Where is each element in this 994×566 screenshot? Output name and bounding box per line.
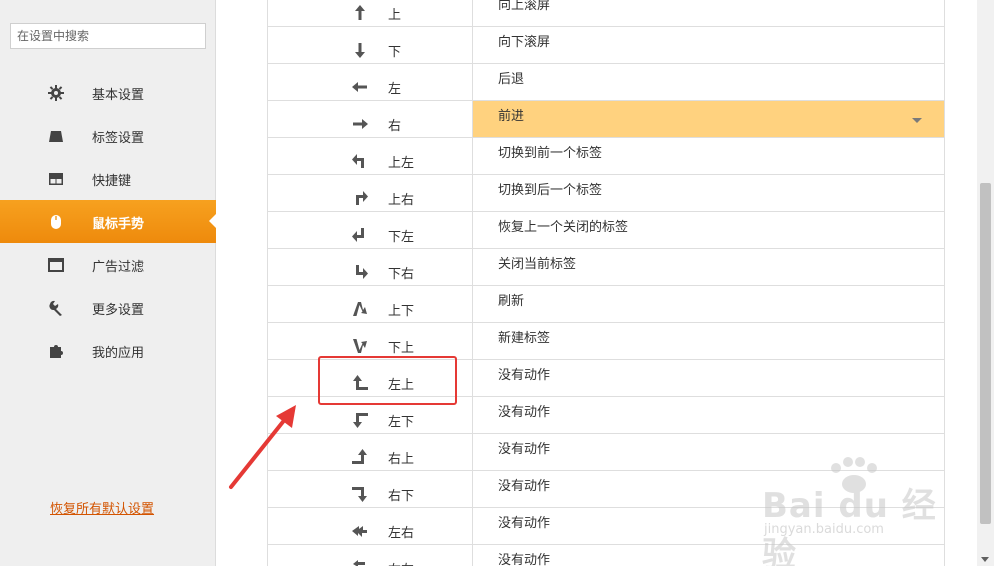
- right-down-icon: [350, 484, 370, 504]
- gesture-action[interactable]: 没有动作: [473, 471, 944, 507]
- gesture-row-down-up[interactable]: 下上 新建标签: [268, 323, 944, 360]
- down-left-icon: [350, 225, 370, 245]
- left-down-icon: [350, 410, 370, 430]
- gesture-action[interactable]: 切换到后一个标签: [473, 175, 944, 211]
- gesture-row-left-right[interactable]: 左右 没有动作: [268, 508, 944, 545]
- gesture-label: 下右: [388, 267, 415, 282]
- gesture-label: 左右: [388, 526, 415, 541]
- gesture-action[interactable]: 刷新: [473, 286, 944, 322]
- gesture-label: 左下: [388, 415, 415, 430]
- gesture-label: 右左: [388, 559, 414, 566]
- settings-search-input[interactable]: [10, 23, 206, 49]
- gesture-row-up[interactable]: 上 向上滚屏: [268, 0, 944, 27]
- gesture-row-left-down[interactable]: 左下 没有动作: [268, 397, 944, 434]
- puzzle-icon: [48, 343, 64, 359]
- arrow-right-icon: [350, 114, 370, 134]
- sidebar-item-label: 快捷键: [92, 174, 132, 189]
- mouse-icon: [48, 214, 64, 230]
- left-up-icon: [350, 373, 370, 393]
- gesture-row-up-down[interactable]: 上下 刷新: [268, 286, 944, 323]
- settings-sidebar: 基本设置 标签设置 快捷键 鼠标手势 广告过滤: [0, 0, 217, 566]
- left-right-icon: [350, 521, 370, 541]
- gesture-action[interactable]: 向下滚屏: [473, 27, 944, 63]
- sidebar-item-shortcuts[interactable]: 快捷键: [0, 157, 216, 200]
- gesture-row-up-right[interactable]: 上右 切换到后一个标签: [268, 175, 944, 212]
- right-left-icon: [350, 558, 370, 566]
- scrollbar-thumb[interactable]: [980, 183, 991, 524]
- gesture-row-right-left[interactable]: 右左 没有动作: [268, 545, 944, 566]
- gesture-label: 下: [388, 45, 402, 60]
- gesture-action[interactable]: 没有动作: [473, 545, 944, 566]
- gesture-label: 右下: [388, 489, 415, 504]
- gesture-label: 下左: [388, 230, 415, 245]
- sidebar-item-label: 我的应用: [92, 346, 145, 361]
- scrollbar[interactable]: [977, 0, 994, 566]
- gesture-row-right-down[interactable]: 右下 没有动作: [268, 471, 944, 508]
- up-down-icon: [350, 299, 370, 319]
- gesture-row-left[interactable]: 左 后退: [268, 64, 944, 101]
- wrench-icon: [48, 300, 64, 316]
- gesture-action[interactable]: 新建标签: [473, 323, 944, 359]
- gesture-action[interactable]: 关闭当前标签: [473, 249, 944, 285]
- gesture-row-right-up[interactable]: 右上 没有动作: [268, 434, 944, 471]
- gesture-label: 左上: [388, 378, 415, 393]
- gesture-action[interactable]: 后退: [473, 64, 944, 100]
- restore-defaults-link[interactable]: 恢复所有默认设置: [50, 498, 154, 517]
- down-up-icon: [350, 336, 370, 356]
- settings-nav: 基本设置 标签设置 快捷键 鼠标手势 广告过滤 更多设置 我的应用: [0, 71, 217, 372]
- sidebar-item-my-apps[interactable]: 我的应用: [0, 329, 216, 372]
- sidebar-item-tabs[interactable]: 标签设置: [0, 114, 216, 157]
- sidebar-item-label: 标签设置: [92, 131, 145, 146]
- gesture-row-up-left[interactable]: 上左 切换到前一个标签: [268, 138, 944, 175]
- gesture-row-right[interactable]: 右 前进: [268, 101, 944, 138]
- sidebar-item-basic[interactable]: 基本设置: [0, 71, 216, 114]
- gesture-settings-panel: 上 向上滚屏 下 向下滚屏 左 后退 右 前进 上左 切换到前一个标签 上右 切…: [217, 0, 977, 566]
- sidebar-item-more-settings[interactable]: 更多设置: [0, 286, 216, 329]
- down-right-icon: [350, 262, 370, 282]
- arrow-up-icon: [350, 3, 370, 23]
- gesture-label: 上左: [388, 156, 415, 171]
- gesture-label: 上右: [388, 193, 415, 208]
- gesture-action[interactable]: 恢复上一个关闭的标签: [473, 212, 944, 248]
- tab-icon: [48, 128, 64, 144]
- gear-icon: [48, 85, 64, 101]
- chevron-down-icon[interactable]: [912, 118, 922, 123]
- gesture-row-down[interactable]: 下 向下滚屏: [268, 27, 944, 64]
- sidebar-item-mouse-gestures[interactable]: 鼠标手势: [0, 200, 217, 243]
- gesture-action: 前进: [498, 109, 525, 124]
- gesture-row-down-left[interactable]: 下左 恢复上一个关闭的标签: [268, 212, 944, 249]
- gesture-row-down-right[interactable]: 下右 关闭当前标签: [268, 249, 944, 286]
- gesture-label: 左: [388, 82, 402, 97]
- gesture-action[interactable]: 向上滚屏: [473, 0, 944, 26]
- gesture-action[interactable]: 没有动作: [473, 508, 944, 544]
- gesture-label: 下上: [388, 341, 415, 356]
- gesture-action[interactable]: 没有动作: [473, 397, 944, 433]
- up-right-icon: [350, 188, 370, 208]
- sidebar-item-label: 鼠标手势: [92, 217, 145, 232]
- gesture-label: 上: [388, 8, 402, 23]
- arrow-down-icon: [350, 40, 370, 60]
- scroll-down-arrow-icon[interactable]: [981, 557, 989, 562]
- right-up-icon: [350, 447, 370, 467]
- gesture-action[interactable]: 没有动作: [473, 360, 944, 396]
- sidebar-item-ad-filter[interactable]: 广告过滤: [0, 243, 216, 286]
- gesture-action[interactable]: 没有动作: [473, 434, 944, 470]
- sidebar-item-label: 基本设置: [92, 88, 145, 103]
- up-left-icon: [350, 151, 370, 171]
- arrow-left-icon: [350, 77, 370, 97]
- gesture-action[interactable]: 切换到前一个标签: [473, 138, 944, 174]
- window-icon: [48, 257, 64, 273]
- gesture-label: 右上: [388, 452, 415, 467]
- keyboard-icon: [48, 171, 64, 187]
- gesture-action-select[interactable]: 前进: [473, 101, 944, 137]
- gesture-row-left-up[interactable]: 左上 没有动作: [268, 360, 944, 397]
- sidebar-item-label: 广告过滤: [92, 260, 145, 275]
- gesture-label: 右: [388, 119, 402, 134]
- gesture-label: 上下: [388, 304, 415, 319]
- sidebar-item-label: 更多设置: [92, 303, 145, 318]
- gesture-table: 上 向上滚屏 下 向下滚屏 左 后退 右 前进 上左 切换到前一个标签 上右 切…: [267, 0, 945, 566]
